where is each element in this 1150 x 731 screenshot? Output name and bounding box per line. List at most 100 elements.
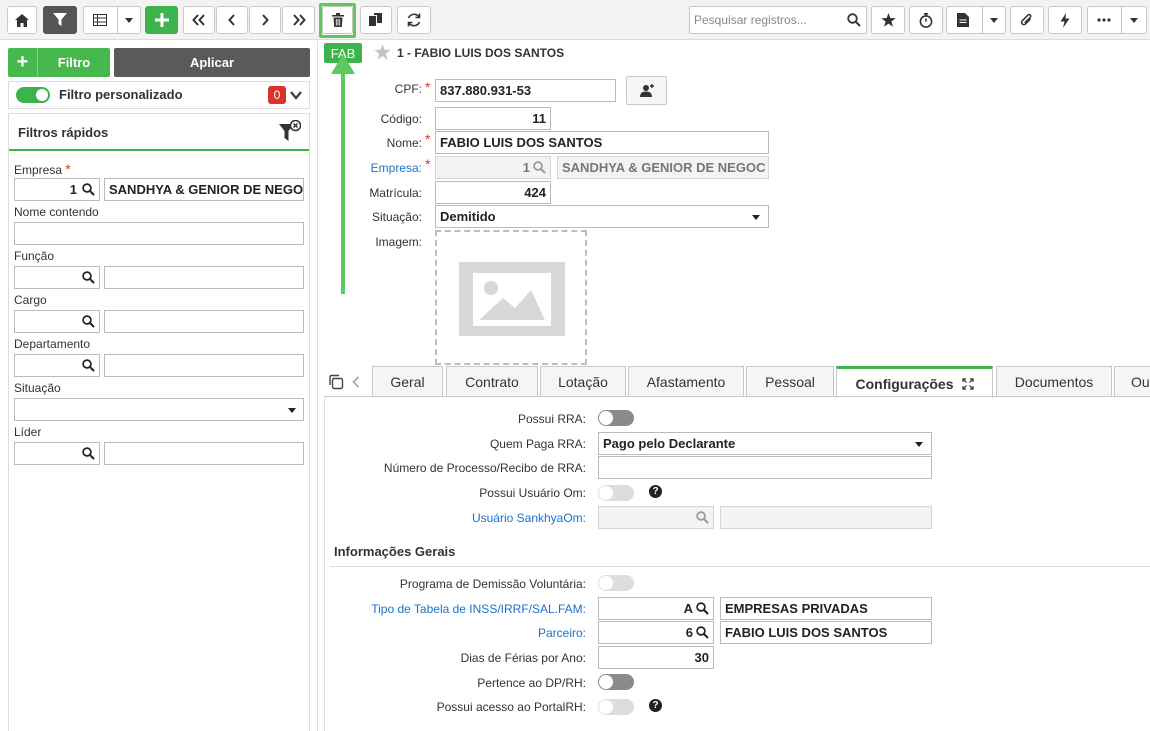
delete-button[interactable] [322,6,353,34]
filter-cargo-name-input[interactable] [104,310,304,333]
clear-filters-icon[interactable] [279,120,301,144]
empresa-link-label[interactable]: Empresa: [330,161,422,175]
filter-funcao-code-input[interactable] [14,266,100,289]
filter-lider-name-input[interactable] [104,442,304,465]
favorite-button[interactable] [871,6,905,34]
previous-record-button[interactable] [216,6,248,34]
image-placeholder-icon [459,262,565,336]
situacao-select[interactable]: Demitido [435,205,769,228]
search-icon[interactable] [82,183,95,196]
tab-label: Contrato [465,374,519,390]
search-box [689,6,867,34]
more-options-button[interactable] [1087,6,1147,34]
tab-geral[interactable]: Geral [372,366,443,397]
help-icon[interactable]: ? [649,485,662,498]
copy-icon[interactable] [328,374,344,390]
required-marker: * [425,131,431,147]
home-button[interactable] [7,6,37,34]
dias-ferias-label: Dias de Férias por Ano: [460,651,586,665]
nome-input[interactable]: FABIO LUIS DOS SANTOS [435,131,769,154]
parceiro-code-input[interactable]: 6 [598,621,714,644]
next-record-button[interactable] [249,6,281,34]
tab-label: Geral [390,374,425,390]
apply-filter-button[interactable]: Aplicar [114,48,310,77]
quick-filters-title: Filtros rápidos [18,125,109,140]
search-icon[interactable] [82,315,95,328]
search-icon[interactable] [696,626,709,639]
image-upload-area[interactable] [435,230,587,365]
double-chevron-right-icon [292,14,306,26]
numero-processo-input[interactable] [598,456,932,479]
chevron-left-icon[interactable] [352,376,360,388]
home-icon [15,13,29,27]
tipo-tabela-code-input[interactable]: A [598,597,714,620]
filter-departamento-code-input[interactable] [14,354,100,377]
filter-empresa-name-input[interactable]: SANDHYA & GENIOR DE NEGOC [104,178,304,201]
tipo-tabela-name-input[interactable]: EMPRESAS PRIVADAS [720,597,932,620]
first-record-button[interactable] [183,6,215,34]
app-window: + Filtro Aplicar Filtro personalizado 0 … [0,0,1150,731]
dias-ferias-input[interactable]: 30 [598,646,714,669]
search-icon[interactable] [82,447,95,460]
chevron-right-icon [262,14,269,26]
custom-filter-toggle[interactable] [16,87,50,103]
search-input[interactable] [690,7,840,33]
filter-toggle-button[interactable] [43,6,77,34]
lookup-person-button[interactable] [626,76,667,105]
filter-lider-label: Líder [14,425,42,439]
search-icon [696,511,709,524]
attachment-button[interactable] [1010,6,1044,34]
search-icon[interactable] [82,359,95,372]
filter-lider-code-input[interactable] [14,442,100,465]
help-icon[interactable]: ? [649,699,662,712]
codigo-input[interactable]: 11 [435,107,551,130]
star-icon [880,13,896,27]
pertence-dp-toggle[interactable] [598,674,634,690]
expand-icon[interactable] [961,377,974,390]
filter-cargo-code-input[interactable] [14,310,100,333]
report-button[interactable] [946,6,1006,34]
grid-view-icon [93,14,107,26]
stopwatch-icon [919,12,933,28]
add-filter-button[interactable]: + Filtro [8,48,110,77]
paperclip-icon [1020,13,1032,25]
star-icon[interactable] [374,44,391,60]
search-icon[interactable] [847,13,861,27]
pertence-dp-label: Pertence ao DP/RH: [477,676,586,690]
tab-configuracoes[interactable]: Configurações [836,366,993,398]
view-mode-button[interactable] [83,6,141,34]
filter-funcao-name-input[interactable] [104,266,304,289]
filter-situacao-select[interactable] [14,398,304,421]
cpf-input[interactable]: 837.880.931-53 [435,79,616,102]
tab-documentos[interactable]: Documentos [996,366,1112,397]
chevron-down-icon[interactable] [290,91,302,100]
tab-pessoal[interactable]: Pessoal [746,366,834,397]
duplicate-button[interactable] [360,6,392,34]
last-record-button[interactable] [282,6,315,34]
tab-contrato[interactable]: Contrato [446,366,538,397]
tab-lotacao[interactable]: Lotação [540,366,626,397]
timer-button[interactable] [909,6,943,34]
usuario-sankhya-link-label[interactable]: Usuário SankhyaOm: [340,511,586,525]
filter-empresa-code-input[interactable]: 1 [14,178,100,201]
filter-cargo-label: Cargo [14,293,47,307]
parceiro-link-label[interactable]: Parceiro: [340,626,586,640]
quem-paga-rra-select[interactable]: Pago pelo Declarante [598,432,932,455]
refresh-button[interactable] [397,6,431,34]
parceiro-name-input[interactable]: FABIO LUIS DOS SANTOS [720,621,932,644]
filter-nome-input[interactable] [14,222,304,245]
matricula-input[interactable]: 424 [435,181,551,204]
tab-outros[interactable]: Ou [1114,366,1150,397]
tab-label: Afastamento [646,374,726,390]
copy-icon [369,13,382,26]
search-icon[interactable] [82,271,95,284]
search-icon[interactable] [696,602,709,615]
tab-afastamento[interactable]: Afastamento [628,366,744,397]
tipo-tabela-link-label[interactable]: Tipo de Tabela de INSS/IRRF/SAL.FAM: [340,602,586,616]
custom-filter-label: Filtro personalizado [59,87,183,102]
actions-button[interactable] [1048,6,1082,34]
possui-rra-toggle[interactable] [598,410,634,426]
situacao-label: Situação: [371,210,422,224]
filter-departamento-name-input[interactable] [104,354,304,377]
add-record-button[interactable] [145,6,178,34]
